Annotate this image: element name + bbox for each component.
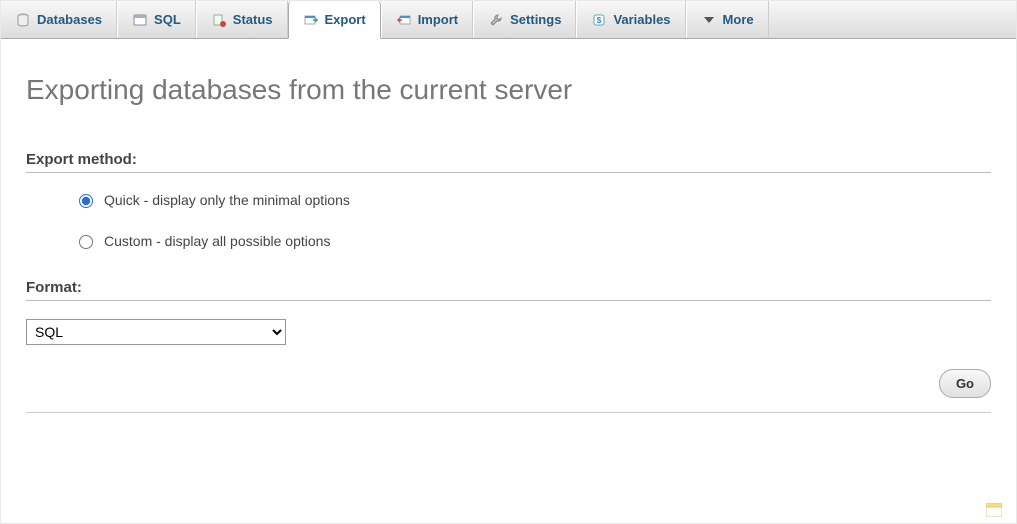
tab-status[interactable]: Status (196, 1, 288, 38)
radio-custom[interactable] (79, 235, 93, 249)
export-method-label: Export method: (26, 151, 991, 173)
tab-sql[interactable]: SQL (117, 1, 196, 38)
chevron-down-icon (701, 12, 717, 28)
status-icon (211, 12, 227, 28)
tab-label: Settings (510, 12, 561, 27)
tab-label: More (723, 12, 754, 27)
export-icon (303, 12, 319, 28)
tab-label: Import (418, 12, 458, 27)
tab-label: Status (233, 12, 273, 27)
format-select[interactable]: SQL (26, 319, 286, 345)
tab-label: Variables (613, 12, 670, 27)
tab-label: SQL (154, 12, 181, 27)
database-icon (15, 12, 31, 28)
export-method-custom[interactable]: Custom - display all possible options (74, 232, 991, 249)
tab-variables[interactable]: $ Variables (576, 1, 685, 38)
wrench-icon (488, 12, 504, 28)
svg-text:$: $ (597, 16, 602, 25)
action-row: Go (26, 369, 991, 413)
main-content: Exporting databases from the current ser… (1, 39, 1016, 433)
tab-import[interactable]: Import (381, 1, 473, 38)
format-label: Format: (26, 279, 991, 301)
tab-more[interactable]: More (686, 1, 769, 38)
variables-icon: $ (591, 12, 607, 28)
sql-icon (132, 12, 148, 28)
radio-quick-label: Quick - display only the minimal options (104, 192, 350, 208)
radio-custom-label: Custom - display all possible options (104, 233, 330, 249)
main-tabs: Databases SQL Status Export Import (1, 1, 1016, 39)
import-icon (396, 12, 412, 28)
tab-settings[interactable]: Settings (473, 1, 576, 38)
tab-label: Databases (37, 12, 102, 27)
tab-label: Export (325, 12, 366, 27)
window-icon[interactable] (986, 503, 1002, 517)
tab-databases[interactable]: Databases (1, 1, 117, 38)
radio-quick[interactable] (79, 194, 93, 208)
tab-export[interactable]: Export (288, 1, 381, 39)
page-title: Exporting databases from the current ser… (26, 74, 991, 106)
export-method-quick[interactable]: Quick - display only the minimal options (74, 191, 991, 208)
export-method-group: Quick - display only the minimal options… (74, 191, 991, 249)
go-button[interactable]: Go (939, 369, 991, 398)
